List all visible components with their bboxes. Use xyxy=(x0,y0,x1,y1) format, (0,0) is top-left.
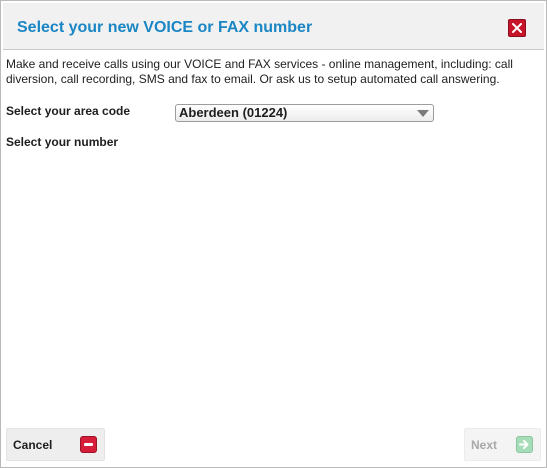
close-button[interactable] xyxy=(508,19,526,37)
dialog: Select your new VOICE or FAX number Make… xyxy=(0,0,547,468)
next-button[interactable]: Next xyxy=(464,428,541,461)
intro-text: Make and receive calls using our VOICE a… xyxy=(6,57,513,86)
dropdown-arrow-icon xyxy=(417,110,429,117)
next-label: Next xyxy=(471,438,498,452)
minus-icon xyxy=(80,436,97,453)
cancel-button[interactable]: Cancel xyxy=(6,428,105,461)
close-icon xyxy=(512,23,522,33)
dialog-footer: Cancel Next xyxy=(3,427,544,464)
dialog-titlebar: Select your new VOICE or FAX number xyxy=(3,3,544,50)
number-label: Select your number xyxy=(6,135,119,149)
area-code-select[interactable]: Aberdeen (01224) xyxy=(175,104,434,122)
dialog-title: Select your new VOICE or FAX number xyxy=(17,19,313,36)
area-code-value: Aberdeen (01224) xyxy=(179,105,288,120)
arrow-right-icon xyxy=(516,436,533,453)
area-code-label: Select your area code xyxy=(6,104,131,118)
cancel-label: Cancel xyxy=(13,438,53,452)
